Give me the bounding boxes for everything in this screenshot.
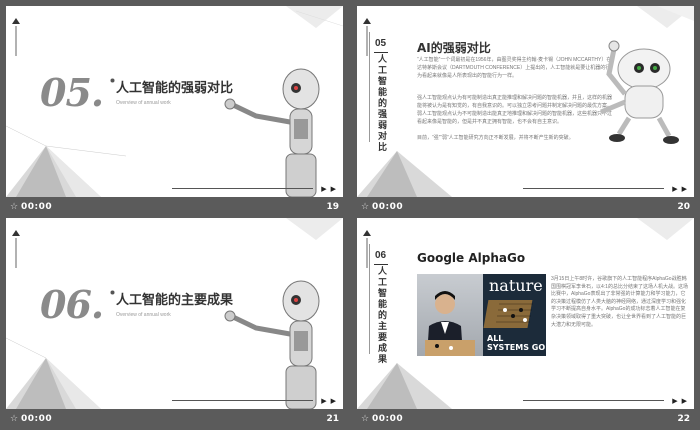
vertical-title: 人工智能的强弱对比 [378, 55, 388, 153]
person-illustration [425, 291, 475, 356]
bottom-rule [172, 400, 313, 401]
star-icon: ☆ [361, 414, 370, 424]
alphago-photo: nature ALL SYSTEMS GO [417, 274, 546, 356]
bottom-rule [523, 400, 664, 401]
vertical-arrow-icon [12, 18, 20, 56]
body-paragraph: 3月15日上午8时许，谷歌旗下的人工智能程序AlphaGo战胜韩国围棋冠军李世石… [551, 276, 688, 328]
slide-number: 21 [326, 414, 339, 424]
section-number: 06 [375, 250, 387, 261]
bottom-rule [172, 188, 313, 189]
cover-masthead: nature [489, 276, 543, 295]
play-arrows-icon: ▶ ▶ [672, 398, 688, 405]
bullet-dot-icon [110, 290, 115, 295]
play-arrows-icon: ▶ ▶ [672, 186, 688, 193]
play-arrows-icon: ▶ ▶ [321, 398, 337, 405]
section-number: 05. [40, 70, 104, 115]
slide-thumbnail-22[interactable]: 06 人工智能的主要成果 Google AlphaGo nature ALL S… [357, 218, 694, 430]
star-icon: ☆ [10, 414, 19, 424]
slide-number: 20 [677, 202, 690, 212]
section-number: 05 [375, 38, 387, 49]
timing-label: 00:00 [372, 414, 404, 424]
slide-thumbnail-19[interactable]: 05. 人工智能的强弱对比 Overview of annual work ▶ … [6, 6, 343, 218]
play-arrows-icon: ▶ ▶ [321, 186, 337, 193]
divider [374, 52, 388, 53]
person-photo [417, 274, 483, 356]
slide-thumbnail-21[interactable]: 06. 人工智能的主要成果 Overview of annual work ▶ … [6, 218, 343, 430]
timing-label: 00:00 [21, 414, 53, 424]
body-paragraph-3: 目前，“强”“弱”人工智能研究方向正不断发展，并将不断产生新的突破。 [417, 135, 574, 141]
section-subtitle: Overview of annual work [116, 100, 171, 106]
thumbnail-footer: ☆ 00:00 19 [6, 197, 343, 218]
slide-number: 19 [326, 202, 339, 212]
slide-canvas: 06 人工智能的主要成果 Google AlphaGo nature ALL S… [357, 218, 694, 409]
vertical-arrow-icon [12, 230, 20, 268]
slide-canvas: 06. 人工智能的主要成果 Overview of annual work ▶ … [6, 218, 343, 409]
divider [374, 264, 388, 265]
slide-thumbnail-20[interactable]: 05 人工智能的强弱对比 AI的强弱对比 “人工智能”一个词最初是在1956年，… [357, 6, 694, 218]
slide-title: Google AlphaGo [417, 251, 526, 265]
star-icon: ☆ [361, 202, 370, 212]
section-subtitle: Overview of annual work [116, 312, 171, 318]
body-paragraph-2: 强人工智能观点认为有可能制造出真正能推理和解决问题的智能机器，并且，这样的机器能… [417, 95, 613, 125]
bottom-rule [523, 188, 664, 189]
robot-illustration [224, 68, 320, 197]
robot-illustration [224, 280, 320, 409]
timing-label: 00:00 [21, 202, 53, 212]
bullet-dot-icon [110, 78, 115, 83]
thumbnail-footer: ☆ 00:00 21 [6, 409, 343, 430]
star-icon: ☆ [10, 202, 19, 212]
section-number: 06. [40, 282, 104, 327]
slide-canvas: 05 人工智能的强弱对比 AI的强弱对比 “人工智能”一个词最初是在1956年，… [357, 6, 694, 197]
vertical-title: 人工智能的主要成果 [378, 267, 388, 365]
timing-label: 00:00 [372, 202, 404, 212]
slide-canvas: 05. 人工智能的强弱对比 Overview of annual work ▶ … [6, 6, 343, 197]
thumbnail-footer: ☆ 00:00 20 [357, 197, 694, 218]
thumbnail-footer: ☆ 00:00 22 [357, 409, 694, 430]
robot-illustration [600, 40, 679, 144]
cover-headline: ALL SYSTEMS GO [487, 334, 546, 352]
slide-title: AI的强弱对比 [417, 41, 491, 55]
slide-number: 22 [677, 414, 690, 424]
body-paragraph-1: “人工智能”一个词最初是在1956年，由图灵奖得主约翰·麦卡锡（JOHN MCC… [417, 57, 612, 79]
